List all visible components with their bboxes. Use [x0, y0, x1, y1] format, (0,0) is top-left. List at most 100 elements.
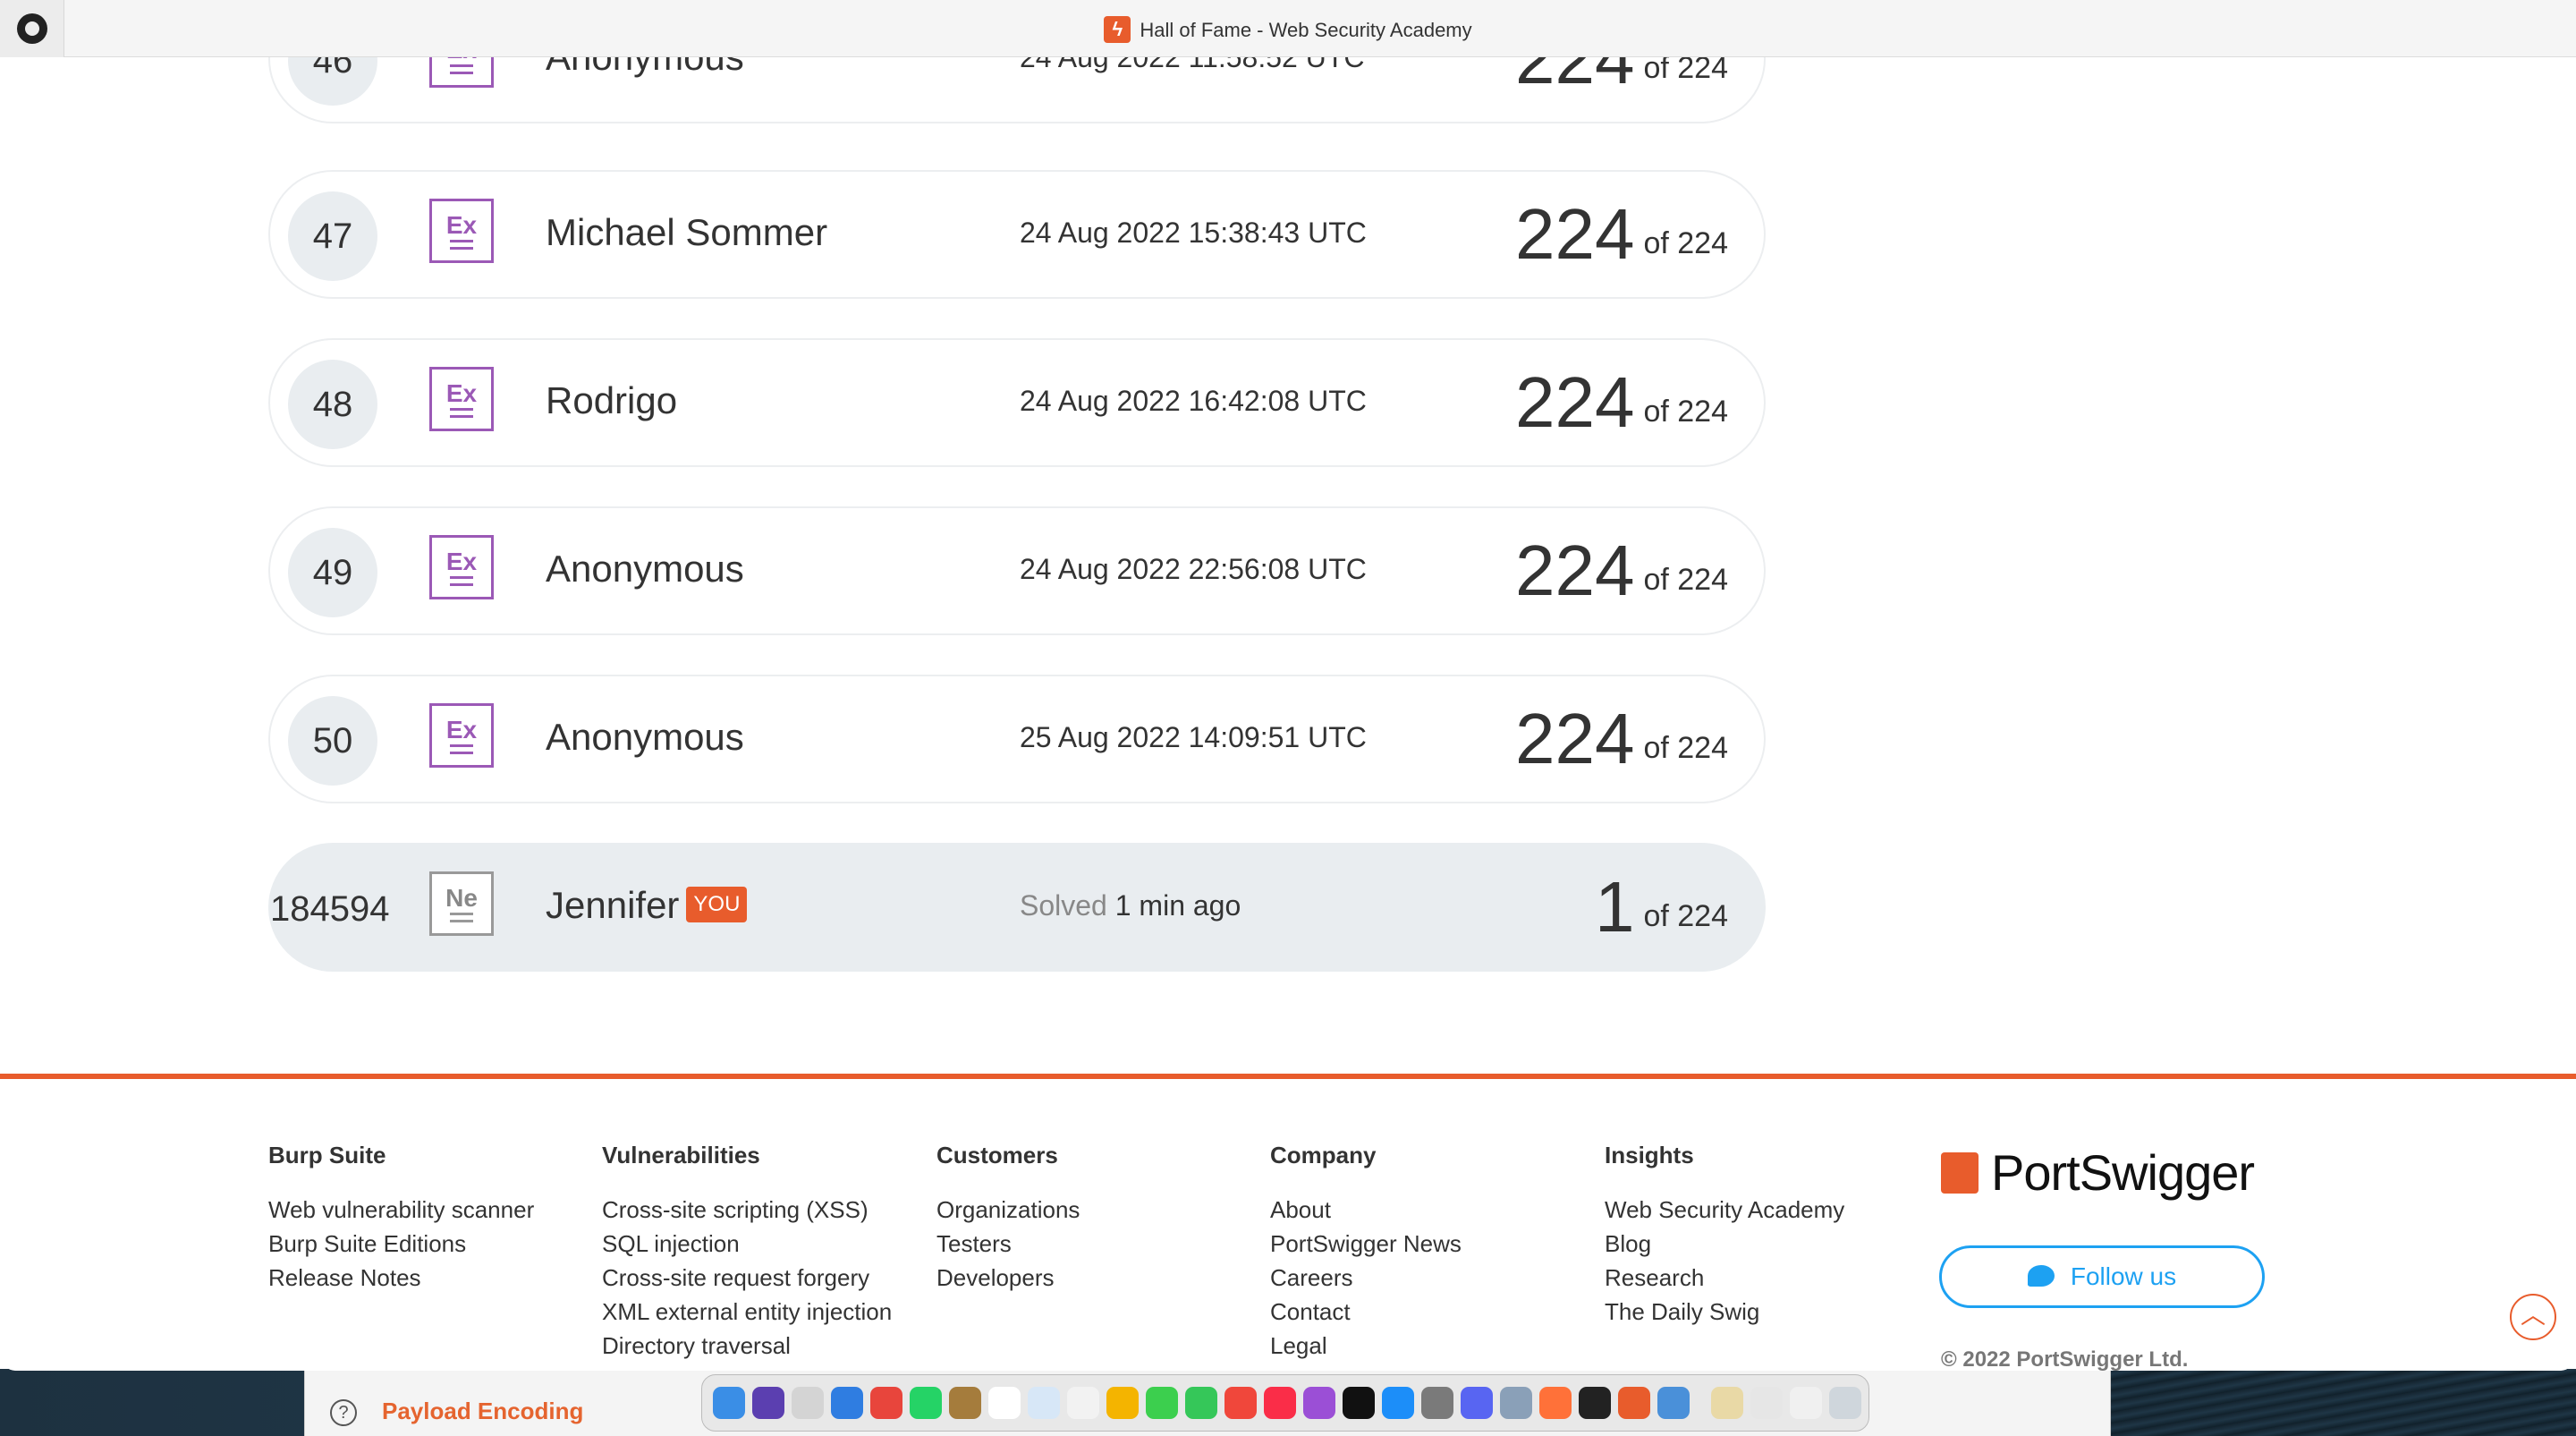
- rank-number: 47: [288, 191, 377, 281]
- whatsapp-icon[interactable]: [910, 1387, 942, 1419]
- expert-badge-icon: Ex: [429, 367, 494, 431]
- footer-heading: Insights: [1605, 1142, 1694, 1168]
- follow-us-button[interactable]: Follow us: [1939, 1245, 2265, 1308]
- footer-link[interactable]: Testers: [936, 1227, 1080, 1261]
- score: 224 of 224: [1514, 699, 1728, 778]
- footer-column-vulnerabilities: Vulnerabilities Cross-site scripting (XS…: [602, 1142, 892, 1363]
- expert-badge-icon: Ex: [429, 535, 494, 599]
- newbie-badge-icon: Ne: [429, 871, 494, 936]
- desktop-wallpaper: [2111, 1369, 2576, 1436]
- score: 224 of 224: [1514, 194, 1728, 274]
- footer-link[interactable]: PortSwigger News: [1270, 1227, 1462, 1261]
- rank-number: 184594: [270, 889, 390, 929]
- footer-link[interactable]: The Daily Swig: [1605, 1295, 1844, 1329]
- score: 1 of 224: [1594, 867, 1728, 947]
- help-icon: ?: [330, 1399, 357, 1426]
- chrome-canary-icon[interactable]: [1657, 1387, 1690, 1419]
- reminders-icon[interactable]: [1067, 1387, 1099, 1419]
- news-icon[interactable]: [1224, 1387, 1257, 1419]
- copyright: © 2022 PortSwigger Ltd.: [1941, 1347, 2189, 1371]
- music-icon[interactable]: [1264, 1387, 1296, 1419]
- score: 224 of 224: [1514, 362, 1728, 442]
- footer-link[interactable]: Cross-site request forgery: [602, 1261, 892, 1295]
- calendar-icon[interactable]: [988, 1387, 1021, 1419]
- table-row: 48 Ex Rodrigo 24 Aug 2022 16:42:08 UTC 2…: [268, 338, 1766, 467]
- contacts-icon[interactable]: [949, 1387, 981, 1419]
- footer-heading: Company: [1270, 1142, 1377, 1168]
- user-name: Michael Sommer: [546, 211, 828, 253]
- footer-heading: Vulnerabilities: [602, 1142, 760, 1168]
- chrome-icon[interactable]: [870, 1387, 902, 1419]
- documents-icon[interactable]: [1711, 1387, 1743, 1419]
- launchpad-icon[interactable]: [792, 1387, 824, 1419]
- expert-badge-icon: Ex: [429, 199, 494, 263]
- site-footer: Burp Suite Web vulnerability scanner Bur…: [0, 1074, 2576, 1371]
- footer-link[interactable]: Developers: [936, 1261, 1080, 1295]
- terminal-icon[interactable]: [1579, 1387, 1611, 1419]
- app-store-icon[interactable]: [1382, 1387, 1414, 1419]
- downloads-icon[interactable]: [1790, 1387, 1822, 1419]
- footer-link[interactable]: About: [1270, 1193, 1462, 1227]
- portswigger-logo-icon: ϟ: [1104, 16, 1131, 43]
- screenshot-icon[interactable]: [1750, 1387, 1783, 1419]
- podcasts-icon[interactable]: [1303, 1387, 1335, 1419]
- footer-link[interactable]: Organizations: [936, 1193, 1080, 1227]
- score: 224 of 224: [1514, 531, 1728, 610]
- dock: [701, 1374, 1869, 1432]
- trash-icon[interactable]: [1829, 1387, 1861, 1419]
- rank-number: 50: [288, 696, 377, 786]
- burp-suite-icon[interactable]: [1618, 1387, 1650, 1419]
- footer-link[interactable]: Burp Suite Editions: [268, 1227, 534, 1261]
- messages-icon[interactable]: [1146, 1387, 1178, 1419]
- back-to-top-icon[interactable]: ︿: [2510, 1294, 2556, 1340]
- footer-link[interactable]: Contact: [1270, 1295, 1462, 1329]
- you-badge: YOU: [686, 886, 748, 922]
- firefox-icon[interactable]: [1539, 1387, 1572, 1419]
- table-row: 49 Ex Anonymous 24 Aug 2022 22:56:08 UTC…: [268, 506, 1766, 635]
- discord-icon[interactable]: [1461, 1387, 1493, 1419]
- settings-icon[interactable]: [1421, 1387, 1453, 1419]
- table-row: 47 Ex Michael Sommer 24 Aug 2022 15:38:4…: [268, 170, 1766, 299]
- completion-date: 24 Aug 2022 15:38:43 UTC: [1020, 217, 1367, 249]
- footer-link[interactable]: Legal: [1270, 1329, 1462, 1363]
- user-name: Rodrigo: [546, 379, 678, 421]
- window-title: ϟ Hall of Fame - Web Security Academy: [0, 16, 2576, 45]
- siri-icon[interactable]: [752, 1387, 784, 1419]
- maps-icon[interactable]: [1028, 1387, 1060, 1419]
- footer-link[interactable]: Web Security Academy: [1605, 1193, 1844, 1227]
- safari-icon[interactable]: [831, 1387, 863, 1419]
- footer-heading: Customers: [936, 1142, 1058, 1168]
- footer-column-burp-suite: Burp Suite Web vulnerability scanner Bur…: [268, 1142, 534, 1295]
- footer-link[interactable]: Release Notes: [268, 1261, 534, 1295]
- browser-window: ϟ Hall of Fame - Web Security Academy 46 …: [0, 0, 2576, 1371]
- facetime-icon[interactable]: [1185, 1387, 1217, 1419]
- user-name: Anonymous: [546, 548, 744, 590]
- solved-time: Solved 1 min ago: [1020, 889, 1241, 922]
- footer-link[interactable]: SQL injection: [602, 1227, 892, 1261]
- rank-number: 49: [288, 528, 377, 617]
- completion-date: 24 Aug 2022 16:42:08 UTC: [1020, 385, 1367, 417]
- preview-icon[interactable]: [1500, 1387, 1532, 1419]
- photos-icon[interactable]: [1106, 1387, 1139, 1419]
- completion-date: 24 Aug 2022 22:56:08 UTC: [1020, 553, 1367, 585]
- footer-column-customers: Customers Organizations Testers Develope…: [936, 1142, 1080, 1295]
- twitter-bird-icon: [2027, 1264, 2055, 1287]
- user-name: Jennifer YOU: [546, 884, 748, 927]
- portswigger-logo-icon: [1941, 1152, 1979, 1194]
- tv-icon[interactable]: [1343, 1387, 1375, 1419]
- footer-link[interactable]: Careers: [1270, 1261, 1462, 1295]
- finder-icon[interactable]: [713, 1387, 745, 1419]
- footer-link[interactable]: Directory traversal: [602, 1329, 892, 1363]
- user-name: Anonymous: [546, 716, 744, 758]
- portswigger-brand[interactable]: PortSwigger: [1941, 1143, 2255, 1202]
- rank-number: 48: [288, 360, 377, 449]
- footer-link[interactable]: Blog: [1605, 1227, 1844, 1261]
- background-window-label: Payload Encoding: [382, 1398, 584, 1424]
- footer-column-insights: Insights Web Security Academy Blog Resea…: [1605, 1142, 1844, 1329]
- footer-link[interactable]: Research: [1605, 1261, 1844, 1295]
- footer-link[interactable]: Web vulnerability scanner: [268, 1193, 534, 1227]
- footer-heading: Burp Suite: [268, 1142, 386, 1168]
- footer-link[interactable]: Cross-site scripting (XSS): [602, 1193, 892, 1227]
- footer-link[interactable]: XML external entity injection: [602, 1295, 892, 1329]
- table-row: 50 Ex Anonymous 25 Aug 2022 14:09:51 UTC…: [268, 675, 1766, 803]
